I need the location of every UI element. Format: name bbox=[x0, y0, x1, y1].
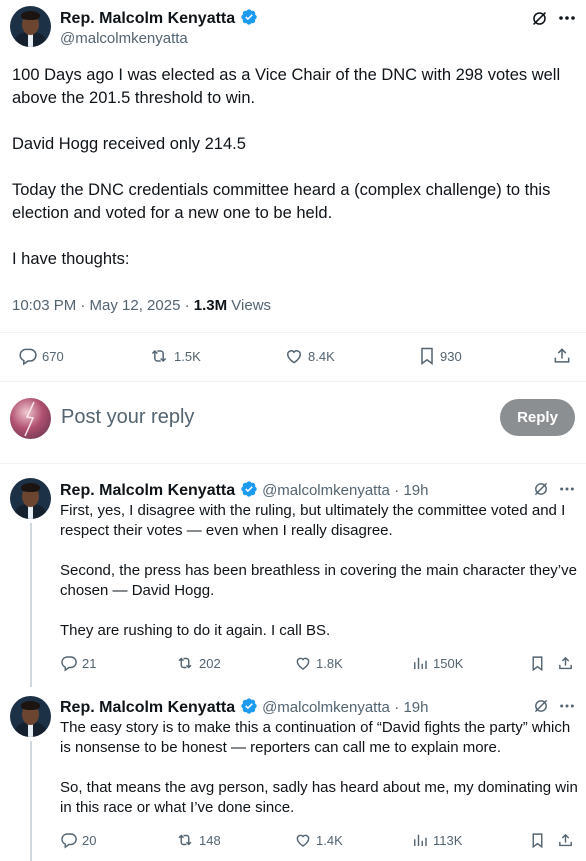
like-count: 1.8K bbox=[316, 655, 343, 671]
author-handle[interactable]: @malcolmkenyatta bbox=[60, 30, 188, 47]
repost-count: 1.5K bbox=[174, 348, 201, 364]
repost-button[interactable]: 202 bbox=[175, 654, 221, 672]
share-icon[interactable] bbox=[554, 653, 576, 673]
like-icon bbox=[284, 346, 304, 366]
reply-button[interactable]: 670 bbox=[18, 346, 64, 366]
verified-badge-icon bbox=[240, 480, 258, 503]
views-count: 113K bbox=[433, 832, 463, 848]
bookmark-button[interactable]: 930 bbox=[418, 346, 462, 366]
views-icon bbox=[411, 831, 429, 849]
avatar[interactable] bbox=[10, 6, 51, 47]
reply-icon bbox=[60, 831, 78, 849]
post-text: 100 Days ago I was elected as a Vice Cha… bbox=[12, 66, 561, 268]
bookmark-icon bbox=[418, 346, 436, 366]
more-icon[interactable] bbox=[556, 8, 578, 28]
more-icon[interactable] bbox=[556, 479, 578, 499]
divider bbox=[0, 463, 586, 464]
reply-count: 21 bbox=[82, 655, 97, 671]
like-button[interactable]: 1.4K bbox=[294, 831, 343, 849]
more-icon[interactable] bbox=[556, 696, 578, 716]
user-avatar[interactable] bbox=[10, 398, 51, 439]
grok-icon[interactable] bbox=[529, 8, 549, 28]
repost-button[interactable]: 148 bbox=[175, 831, 221, 849]
grok-icon[interactable] bbox=[531, 479, 551, 499]
reply-time[interactable]: · 19h bbox=[394, 482, 428, 499]
reply-button[interactable]: 21 bbox=[60, 654, 96, 672]
bookmark-count: 930 bbox=[440, 348, 462, 364]
reply-submit-button[interactable]: Reply bbox=[500, 399, 575, 436]
repost-count: 202 bbox=[199, 655, 221, 671]
avatar[interactable] bbox=[10, 696, 51, 737]
reply-header: Rep. Malcolm Kenyatta @malcolmkenyatta ·… bbox=[60, 697, 429, 720]
thread-connector bbox=[30, 741, 32, 861]
share-icon[interactable] bbox=[554, 830, 576, 850]
reply-count: 20 bbox=[82, 832, 97, 848]
avatar[interactable] bbox=[10, 478, 51, 519]
verified-badge-icon bbox=[240, 697, 258, 720]
author-name[interactable]: Rep. Malcolm Kenyatta bbox=[60, 10, 235, 27]
views-button[interactable]: 113K bbox=[411, 831, 462, 849]
reply-time[interactable]: · 19h bbox=[394, 699, 428, 716]
author-name[interactable]: Rep. Malcolm Kenyatta bbox=[60, 482, 235, 499]
views-count: 150K bbox=[433, 655, 464, 671]
reply-count: 670 bbox=[42, 348, 64, 364]
reply-input[interactable]: Post your reply bbox=[61, 406, 194, 429]
views-button[interactable]: 150K bbox=[411, 654, 463, 672]
like-icon bbox=[294, 831, 312, 849]
author-name[interactable]: Rep. Malcolm Kenyatta bbox=[60, 699, 235, 716]
like-button[interactable]: 1.8K bbox=[294, 654, 343, 672]
like-icon bbox=[294, 654, 312, 672]
divider bbox=[0, 381, 586, 382]
repost-count: 148 bbox=[199, 832, 221, 848]
repost-icon bbox=[175, 654, 195, 672]
reply-header: Rep. Malcolm Kenyatta @malcolmkenyatta ·… bbox=[60, 480, 429, 503]
reply-button[interactable]: 20 bbox=[60, 831, 96, 849]
like-button[interactable]: 8.4K bbox=[284, 346, 335, 366]
author-handle[interactable]: @malcolmkenyatta bbox=[262, 699, 390, 716]
reply-text: The easy story is to make this a continu… bbox=[60, 719, 578, 816]
bookmark-icon[interactable] bbox=[527, 653, 547, 673]
views-count: 1.3M bbox=[193, 297, 228, 314]
bookmark-icon[interactable] bbox=[527, 830, 547, 850]
repost-icon bbox=[148, 346, 170, 366]
verified-badge-icon bbox=[240, 8, 258, 31]
thread-connector bbox=[30, 523, 32, 687]
views-icon bbox=[411, 654, 429, 672]
post-metadata: 10:03 PM · May 12, 2025 · 1.3M Views bbox=[12, 297, 271, 314]
author-handle[interactable]: @malcolmkenyatta bbox=[262, 482, 390, 499]
reply-icon bbox=[60, 654, 78, 672]
views-label: Views bbox=[227, 297, 272, 314]
post-timestamp[interactable]: 10:03 PM · May 12, 2025 · bbox=[12, 297, 194, 314]
reply-text: First, yes, I disagree with the ruling, … bbox=[60, 502, 577, 639]
repost-icon bbox=[175, 831, 195, 849]
like-count: 1.4K bbox=[316, 832, 343, 848]
reply-icon bbox=[18, 346, 38, 366]
share-icon[interactable] bbox=[550, 345, 574, 367]
grok-icon[interactable] bbox=[531, 696, 551, 716]
repost-button[interactable]: 1.5K bbox=[148, 346, 201, 366]
like-count: 8.4K bbox=[308, 348, 335, 364]
divider bbox=[0, 332, 586, 333]
